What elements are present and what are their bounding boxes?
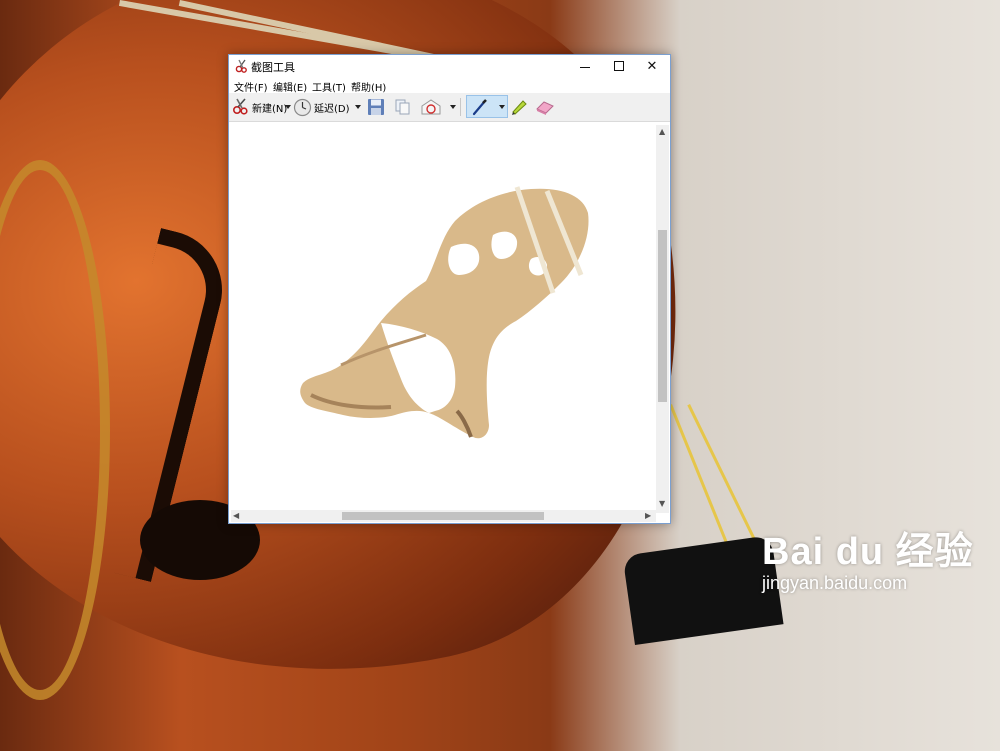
maximize-button[interactable]: [602, 55, 636, 77]
pen-icon: [472, 99, 487, 116]
new-snip-dropdown-arrow[interactable]: [285, 105, 291, 109]
clock-icon: [293, 98, 312, 116]
delay-dropdown-arrow[interactable]: [355, 105, 361, 109]
highlighter-icon: [512, 100, 527, 115]
new-snip-label: 新建(N): [252, 103, 288, 115]
highlighter-button[interactable]: [511, 96, 529, 118]
captured-image: [300, 186, 589, 439]
watermark-url: jingyan.baidu.com: [762, 573, 908, 593]
scroll-right-arrow[interactable]: ▶: [645, 511, 651, 521]
scroll-up-arrow[interactable]: ▲: [659, 127, 665, 137]
copy-icon: [395, 99, 410, 115]
delay-label: 延迟(D): [314, 103, 350, 115]
maximize-icon: [614, 61, 624, 71]
scroll-down-arrow[interactable]: ▼: [659, 499, 665, 509]
send-snip-button[interactable]: [420, 96, 442, 118]
eraser-icon: [536, 101, 554, 115]
floppy-disk-icon: [368, 99, 384, 115]
title-bar[interactable]: 截图工具 ✕: [229, 55, 670, 77]
vertical-scroll-thumb[interactable]: [658, 230, 667, 402]
scissors-icon: [235, 59, 247, 73]
wallpaper-tailpiece: [622, 534, 784, 646]
scissors-icon: [232, 98, 248, 115]
toolbar: 新建(N) 延迟(D): [229, 93, 670, 122]
close-button[interactable]: ✕: [635, 55, 669, 77]
watermark-logo: Bai du 经验: [762, 531, 974, 573]
send-mail-icon: [421, 99, 441, 115]
menu-tools[interactable]: 工具(T): [312, 79, 346, 94]
baidu-jingyan-watermark: Bai du 经验 jingyan.baidu.com: [762, 520, 974, 594]
toolbar-separator: [460, 98, 461, 116]
menu-file[interactable]: 文件(F): [234, 79, 268, 94]
snip-canvas[interactable]: [231, 125, 656, 512]
pen-button[interactable]: [471, 96, 489, 118]
new-snip-button[interactable]: 新建(N): [232, 96, 287, 118]
scroll-left-arrow[interactable]: ◀: [233, 511, 239, 521]
menu-edit[interactable]: 编辑(E): [273, 79, 307, 94]
horizontal-scroll-thumb[interactable]: [342, 512, 544, 520]
copy-button[interactable]: [394, 96, 412, 118]
minimize-icon: [580, 66, 590, 68]
vertical-scrollbar[interactable]: ▲ ▼: [656, 125, 669, 513]
pen-dropdown-arrow[interactable]: [499, 105, 505, 109]
minimize-button[interactable]: [568, 55, 602, 77]
horizontal-scrollbar[interactable]: ◀ ▶: [231, 510, 656, 522]
menu-help[interactable]: 帮助(H): [351, 79, 386, 94]
menu-bar: 文件(F) 编辑(E) 工具(T) 帮助(H): [229, 77, 670, 94]
close-icon: ✕: [646, 58, 658, 74]
snipping-tool-window[interactable]: 截图工具 ✕ 文件(F) 编辑(E) 工具(T) 帮助(H) 新建(N) 延迟(…: [228, 54, 671, 524]
send-dropdown-arrow[interactable]: [450, 105, 456, 109]
window-title: 截图工具: [251, 61, 295, 74]
save-button[interactable]: [367, 96, 385, 118]
eraser-button[interactable]: [535, 96, 555, 118]
delay-button[interactable]: 延迟(D): [293, 96, 350, 118]
